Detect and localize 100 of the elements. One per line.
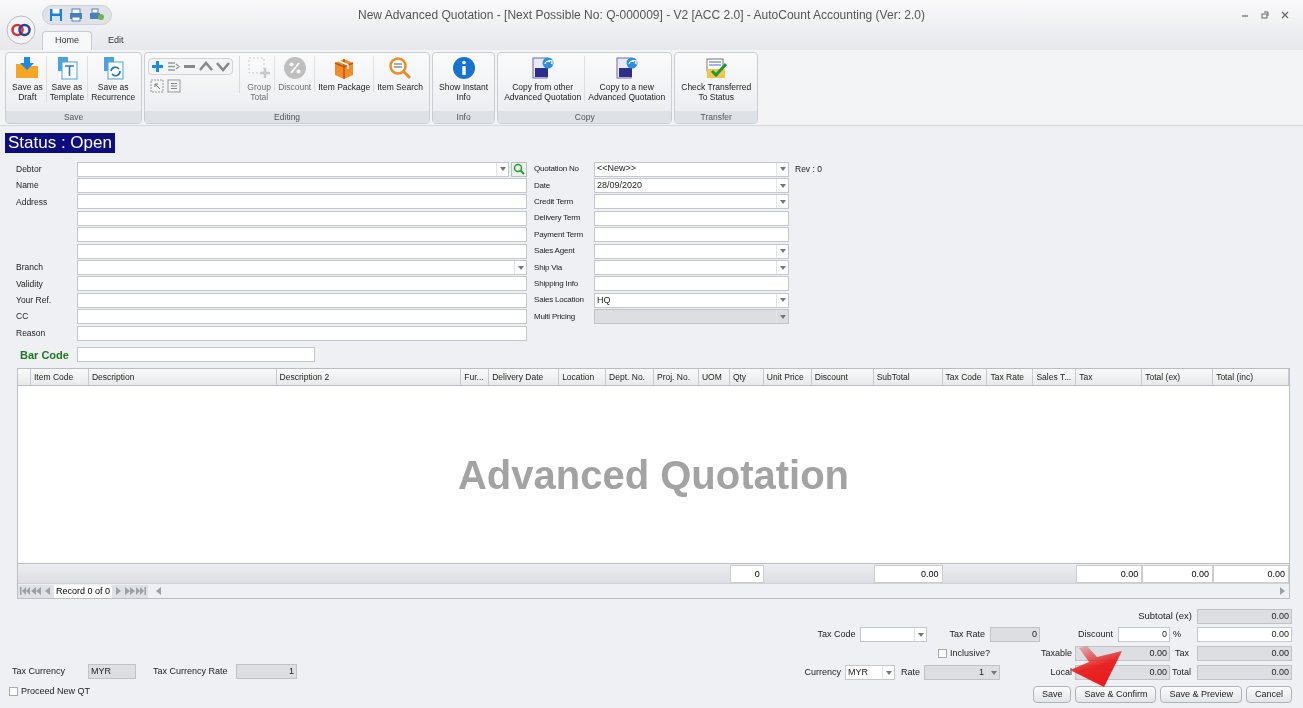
printer-icon[interactable] [69, 8, 83, 22]
column-header[interactable]: Discount [811, 369, 874, 386]
ribbon-button[interactable]: Save as Recurrence [87, 56, 139, 102]
ribbon-button[interactable]: Item Package [314, 56, 374, 92]
tax-currency-rate-field[interactable]: 1 [236, 664, 297, 680]
lookup-button[interactable] [511, 161, 527, 177]
dropdown-field[interactable] [77, 260, 527, 276]
column-header[interactable]: Proj. No. [654, 369, 699, 386]
discount-amount-field[interactable]: 0.00 [1197, 627, 1292, 643]
dropdown-field[interactable]: HQ [594, 292, 789, 308]
column-header[interactable]: Unit Price [763, 369, 812, 386]
print-preview-icon[interactable] [89, 8, 105, 22]
column-header[interactable]: Total (ex) [1142, 369, 1214, 386]
ribbon-button[interactable]: Copy from other Advanced Quotation [501, 56, 585, 102]
tax-code-dropdown[interactable] [860, 627, 928, 643]
action-button[interactable]: Cancel [1246, 686, 1292, 704]
column-header[interactable]: UOM [698, 369, 730, 386]
tax-rate-field[interactable]: 0 [990, 627, 1040, 643]
field-label: Name [16, 179, 39, 192]
close-icon[interactable] [1281, 11, 1289, 19]
dropdown-field[interactable]: <<New>> [594, 161, 789, 177]
input-field[interactable] [77, 243, 527, 259]
column-header[interactable]: Fur... [461, 369, 490, 386]
tax-currency-field[interactable]: MYR [88, 664, 136, 680]
input-field[interactable] [77, 178, 527, 194]
first-record-icon[interactable] [20, 587, 30, 596]
discount-field[interactable]: 0 [1118, 627, 1170, 643]
column-header[interactable]: Total (inc) [1213, 369, 1289, 386]
rate-field[interactable]: 1 [924, 665, 1000, 681]
total-field[interactable]: 0.00 [1197, 665, 1292, 681]
ribbon-button[interactable]: Show Instant Info [436, 56, 492, 102]
action-button[interactable]: Save [1032, 686, 1072, 704]
field-label: Sales Agent [534, 245, 575, 258]
input-field[interactable] [594, 227, 789, 243]
column-header[interactable]: Location [559, 369, 607, 386]
subtotal-field[interactable]: 0.00 [1197, 608, 1292, 624]
column-header[interactable]: Tax Rate [987, 369, 1034, 386]
checkbox-label: Inclusive? [949, 647, 990, 661]
input-field[interactable] [77, 309, 527, 325]
field-label: Quotation No [534, 163, 579, 176]
input-field[interactable] [594, 210, 789, 226]
input-field[interactable] [77, 210, 527, 226]
folder-download-icon [15, 56, 40, 80]
move-down-icon[interactable] [216, 60, 231, 73]
next-page-icon[interactable] [125, 587, 136, 596]
ribbon-button[interactable]: Item Search [373, 56, 427, 92]
checkbox[interactable] [9, 686, 18, 696]
ribbon-button[interactable]: Copy to a new Advanced Quotation [584, 56, 669, 102]
insert-row-icon[interactable] [167, 60, 181, 73]
ribbon-button[interactable]: Save as Draft [9, 56, 46, 102]
column-header[interactable]: Description [88, 369, 277, 386]
input-field[interactable] [77, 325, 527, 341]
dropdown-field[interactable]: 28/09/2020 [594, 178, 789, 194]
column-header[interactable]: Dept. No. [606, 369, 654, 386]
input-field[interactable] [594, 276, 789, 292]
field-label: Date [534, 179, 551, 192]
ribbon-tab[interactable]: Edit [96, 31, 136, 50]
scroll-right-icon[interactable] [1277, 587, 1287, 596]
column-header[interactable]: Sales T... [1033, 369, 1077, 386]
move-up-icon[interactable] [199, 60, 214, 73]
field-label: Tax Code [817, 628, 857, 642]
ribbon-button[interactable]: Save as Template [45, 56, 88, 102]
previous-page-icon[interactable] [31, 587, 41, 596]
add-row-icon[interactable] [151, 60, 165, 73]
list-icon[interactable] [167, 79, 182, 93]
last-record-icon[interactable] [136, 587, 147, 596]
column-header[interactable]: Tax Code [942, 369, 988, 386]
unit-label: % [1172, 628, 1182, 642]
column-header[interactable]: SubTotal [873, 369, 943, 386]
input-field[interactable] [77, 276, 527, 292]
ribbon-tab[interactable]: Home [42, 31, 92, 50]
column-header[interactable]: Description 2 [276, 369, 462, 386]
group-label: Save [6, 111, 142, 123]
column-header[interactable]: Item Code [31, 369, 89, 386]
tax-field[interactable]: 0.00 [1197, 646, 1292, 662]
restore-icon[interactable] [1261, 11, 1269, 19]
group-label: Editing [145, 111, 430, 123]
bar-code-field[interactable] [77, 346, 315, 362]
dropdown-field[interactable] [594, 194, 789, 210]
app-logo[interactable] [6, 15, 36, 45]
currency-dropdown[interactable]: MYR [845, 665, 895, 681]
action-button[interactable]: Save & Confirm [1075, 686, 1157, 704]
dashed-square-plus-icon [247, 56, 272, 80]
action-button[interactable]: Save & Preview [1160, 686, 1242, 704]
input-field[interactable] [77, 292, 527, 308]
ribbon-button[interactable]: Check Transferred To Status [678, 56, 755, 102]
column-header[interactable]: Qty [729, 369, 764, 386]
field-label: Currency [804, 666, 842, 680]
column-header[interactable]: Tax [1076, 369, 1143, 386]
select-icon[interactable] [150, 79, 165, 93]
checkbox[interactable] [937, 649, 947, 659]
field-label: Tax [1174, 647, 1190, 661]
debtor-combo[interactable] [77, 161, 509, 177]
input-field[interactable] [77, 194, 527, 210]
dropdown-field[interactable] [594, 260, 789, 276]
dropdown-field[interactable] [594, 243, 789, 259]
caret-icon [780, 199, 786, 204]
column-header[interactable]: Delivery Date [489, 369, 560, 386]
input-field[interactable] [77, 227, 527, 243]
window-title: New Advanced Quotation - [Next Possible No: Q-000009] - V2 [ACC 2.0] - AutoCount Accounting (Ver: 2.0) [357, 7, 926, 24]
